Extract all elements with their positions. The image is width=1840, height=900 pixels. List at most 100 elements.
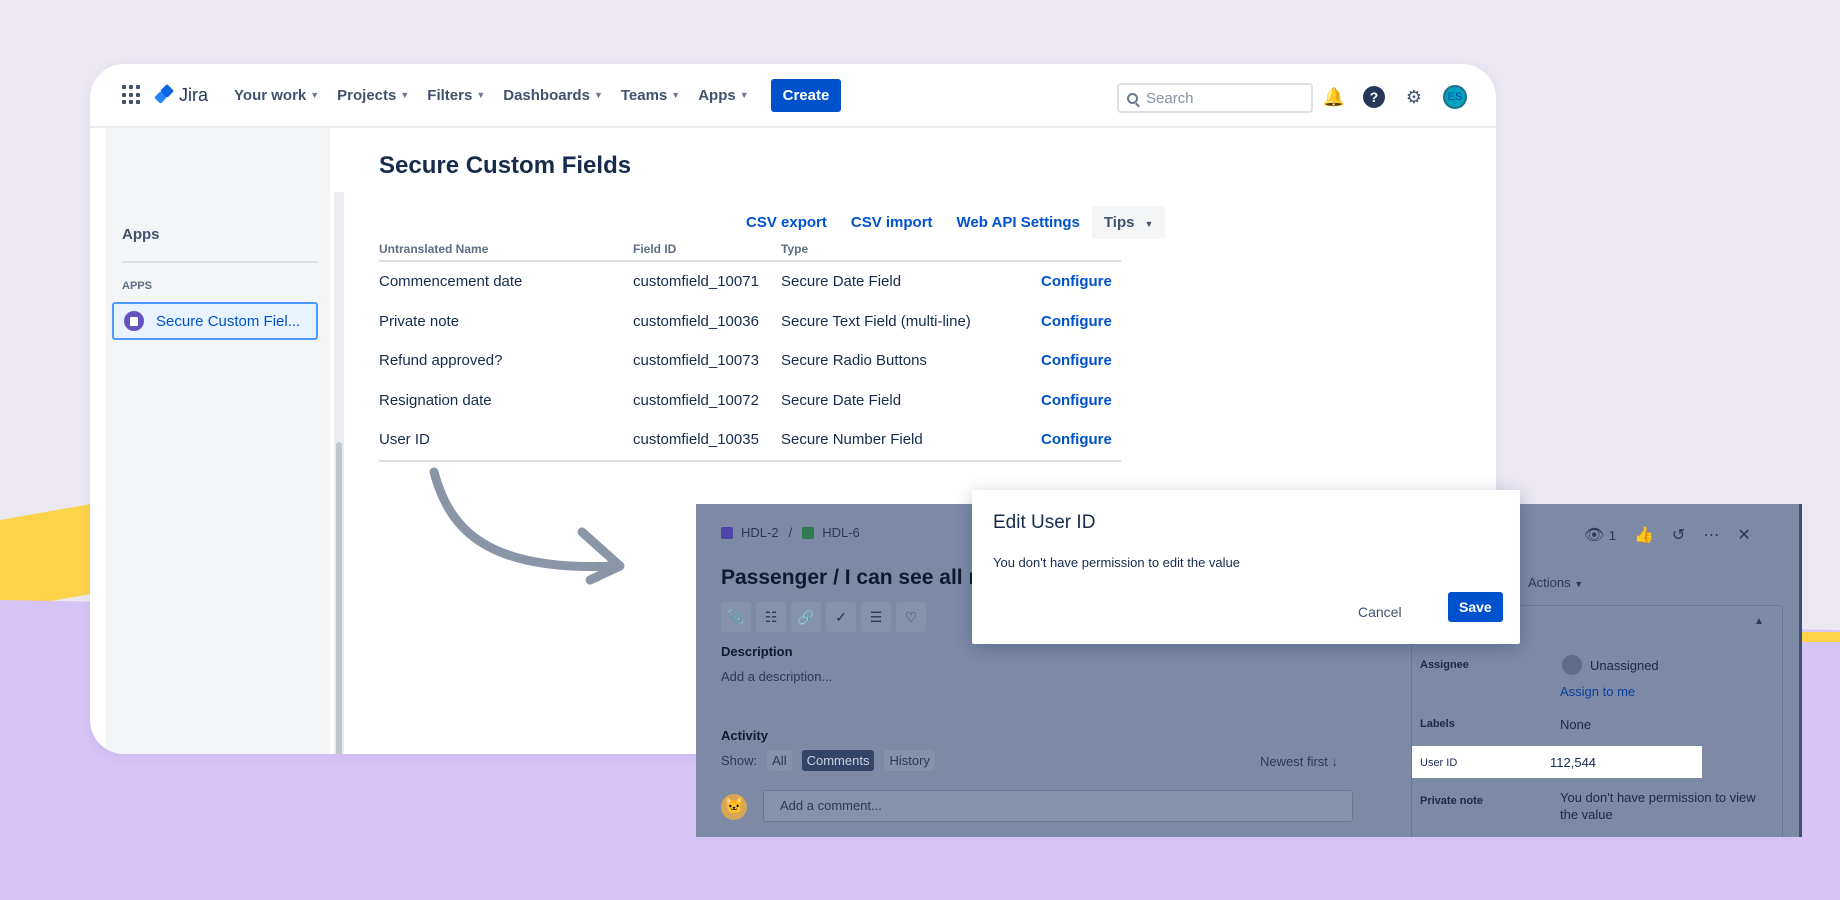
cell-field-id: customfield_10071 <box>633 273 759 291</box>
chevron-up-icon[interactable]: ▲ <box>1754 616 1764 627</box>
sidebar-section-label: APPS <box>122 280 152 292</box>
layers-icon[interactable]: ☰ <box>861 602 891 632</box>
app-switcher-icon[interactable] <box>122 85 142 105</box>
search-icon <box>1127 92 1138 104</box>
assign-to-me-link[interactable]: Assign to me <box>1560 684 1635 699</box>
notifications-icon[interactable]: 🔔 <box>1323 86 1345 108</box>
sidebar: Apps APPS Secure Custom Fiel... <box>106 128 344 754</box>
nav-projects[interactable]: Projects ▼ <box>337 87 409 104</box>
table-row: Resignation date customfield_10072 Secur… <box>379 381 1121 421</box>
chevron-down-icon: ▼ <box>1144 219 1154 229</box>
chevron-down-icon: ▼ <box>671 90 681 100</box>
chevron-down-icon: ▼ <box>593 90 603 100</box>
sidebar-item-label: Secure Custom Fiel... <box>156 312 301 330</box>
curved-arrow-icon <box>429 467 625 585</box>
like-icon[interactable]: 👍 <box>1634 525 1654 545</box>
child-issue-icon[interactable]: ☷ <box>756 602 786 632</box>
jira-logo[interactable]: Jira <box>156 85 208 106</box>
sort-icon: ↓ <box>1331 754 1339 769</box>
nav-your-work[interactable]: Your work ▼ <box>234 87 319 104</box>
breadcrumb-child[interactable]: HDL-6 <box>822 525 860 540</box>
filter-history[interactable]: History <box>884 750 935 771</box>
share-icon[interactable]: ↺ <box>1672 525 1685 545</box>
fields-table: Untranslated Name Field ID Type Commence… <box>379 242 1121 462</box>
cancel-button[interactable]: Cancel <box>1358 598 1402 626</box>
nav-filters[interactable]: Filters ▼ <box>427 87 485 104</box>
csv-export-link[interactable]: CSV export <box>746 214 827 231</box>
cell-name: Commencement date <box>379 273 523 291</box>
help-icon[interactable]: ? <box>1363 86 1385 108</box>
link-icon[interactable]: 🔗 <box>791 602 821 632</box>
sidebar-item-secure-custom-fields[interactable]: Secure Custom Fiel... <box>112 302 318 340</box>
table-row: Commencement date customfield_10071 Secu… <box>379 262 1121 302</box>
web-api-settings-link[interactable]: Web API Settings <box>957 214 1080 231</box>
background-yellow-accent <box>1800 632 1840 642</box>
sort-dropdown[interactable]: Newest first ↓ <box>1260 754 1338 769</box>
table-row: User ID customfield_10035 Secure Number … <box>379 420 1121 460</box>
modal-message: You don't have permission to edit the va… <box>993 555 1240 570</box>
nav-apps[interactable]: Apps ▼ <box>698 87 748 104</box>
cell-type: Secure Radio Buttons <box>781 352 927 370</box>
attachment-icon[interactable]: 📎 <box>721 602 751 632</box>
save-button[interactable]: Save <box>1448 592 1503 622</box>
avatar[interactable]: ES <box>1443 85 1467 109</box>
description-input[interactable]: Add a description... <box>721 669 832 684</box>
configure-link[interactable]: Configure <box>1041 431 1121 448</box>
comment-input[interactable]: Add a comment... <box>763 790 1353 822</box>
search-input[interactable]: Search <box>1117 83 1313 113</box>
avatar: 🐱 <box>721 794 747 820</box>
userid-value: 112,544 <box>1550 755 1597 770</box>
jira-logo-text: Jira <box>179 84 209 105</box>
actions-dropdown[interactable]: Actions ▼ <box>1528 575 1583 590</box>
secure-fields-app-icon <box>124 311 144 331</box>
watch-icon[interactable]: 👁 1 <box>1584 525 1616 545</box>
filter-all[interactable]: All <box>767 750 792 771</box>
nav-teams[interactable]: Teams ▼ <box>621 87 680 104</box>
modal-title: Edit User ID <box>993 512 1096 533</box>
cell-field-id: customfield_10072 <box>633 391 759 409</box>
nav-dashboards[interactable]: Dashboards ▼ <box>503 87 603 104</box>
private-note-label: Private note <box>1420 795 1483 807</box>
csv-import-link[interactable]: CSV import <box>851 214 933 231</box>
private-note-value-line1: You don't have permission to view <box>1560 790 1756 805</box>
userid-field-row[interactable]: User ID 112,544 <box>1412 746 1702 778</box>
more-icon[interactable]: ⋯ <box>1703 525 1719 545</box>
cell-name: Resignation date <box>379 391 492 409</box>
page-actions: CSV export CSV import Web API Settings T… <box>746 206 1166 239</box>
sidebar-divider <box>122 261 318 263</box>
jira-logo-icon <box>156 86 174 104</box>
scrollbar-thumb[interactable] <box>336 442 342 754</box>
breadcrumb-parent[interactable]: HDL-2 <box>741 525 779 540</box>
filter-comments[interactable]: Comments <box>801 750 875 771</box>
unassigned-avatar-icon <box>1562 655 1582 675</box>
breadcrumb: HDL-2 / HDL-6 <box>721 525 860 540</box>
epic-icon <box>721 526 733 539</box>
labels-value[interactable]: None <box>1560 717 1591 732</box>
configure-link[interactable]: Configure <box>1041 313 1121 330</box>
configure-link[interactable]: Configure <box>1041 392 1121 409</box>
assignee-value[interactable]: Unassigned <box>1590 658 1659 673</box>
gear-icon[interactable]: ⚙ <box>1403 86 1425 108</box>
cell-field-id: customfield_10035 <box>633 431 759 449</box>
cell-name: Private note <box>379 312 460 330</box>
header-actions <box>1041 242 1121 260</box>
labels-label: Labels <box>1420 718 1455 730</box>
tips-dropdown[interactable]: Tips ▼ <box>1091 206 1166 239</box>
configure-link[interactable]: Configure <box>1041 352 1121 369</box>
assignee-label: Assignee <box>1420 659 1469 671</box>
create-button[interactable]: Create <box>770 78 842 112</box>
chevron-down-icon: ▼ <box>400 90 410 100</box>
swan-app-icon[interactable]: ♡ <box>896 602 926 632</box>
chevron-down-icon: ▼ <box>310 90 320 100</box>
checklist-icon[interactable]: ✓ <box>826 602 856 632</box>
cell-type: Secure Number Field <box>781 431 923 449</box>
close-icon[interactable]: ✕ <box>1737 525 1750 545</box>
cell-field-id: customfield_10073 <box>633 352 759 370</box>
cell-type: Secure Text Field (multi-line) <box>781 312 971 330</box>
table-row: Refund approved? customfield_10073 Secur… <box>379 341 1121 381</box>
show-label: Show: <box>721 753 758 768</box>
cell-field-id: customfield_10036 <box>633 312 759 330</box>
sidebar-scrollbar[interactable] <box>334 192 344 754</box>
activity-filter: Show: All Comments History <box>721 750 945 771</box>
configure-link[interactable]: Configure <box>1041 273 1121 290</box>
